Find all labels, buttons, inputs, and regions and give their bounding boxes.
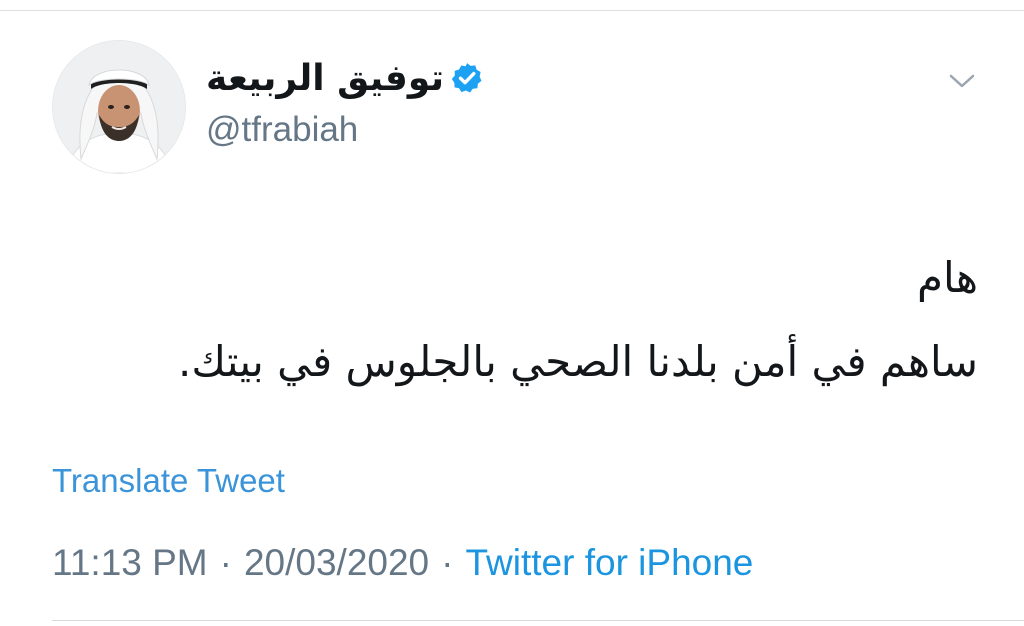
translate-tweet-link[interactable]: Translate Tweet <box>52 462 285 500</box>
chevron-down-icon <box>949 74 975 88</box>
profile-photo <box>53 41 185 173</box>
tweet-line-1: هام <box>917 253 978 302</box>
author-name-row[interactable]: توفيق الربيعة <box>206 52 484 104</box>
bottom-divider <box>52 620 1024 621</box>
tweet-date[interactable]: 20/03/2020 <box>244 542 429 583</box>
tweet-meta: 11:13 PM · 20/03/2020 · Twitter for iPhone <box>52 542 753 584</box>
username[interactable]: @tfrabiah <box>206 110 358 150</box>
tweet-line-2: ساهم في أمن بلدنا الصحي بالجلوس في بيتك. <box>177 337 978 386</box>
tweet-source-link[interactable]: Twitter for iPhone <box>465 542 753 583</box>
meta-separator: · <box>441 542 454 583</box>
top-divider <box>0 10 1024 11</box>
tweet-menu-button[interactable] <box>944 66 980 96</box>
verified-badge-icon <box>450 61 484 95</box>
meta-separator: · <box>219 542 232 583</box>
display-name[interactable]: توفيق الربيعة <box>206 58 444 99</box>
tweet-text: هام ساهم في أمن بلدنا الصحي بالجلوس في ب… <box>38 236 978 404</box>
tweet-time[interactable]: 11:13 PM <box>52 542 208 583</box>
avatar[interactable] <box>52 40 186 174</box>
